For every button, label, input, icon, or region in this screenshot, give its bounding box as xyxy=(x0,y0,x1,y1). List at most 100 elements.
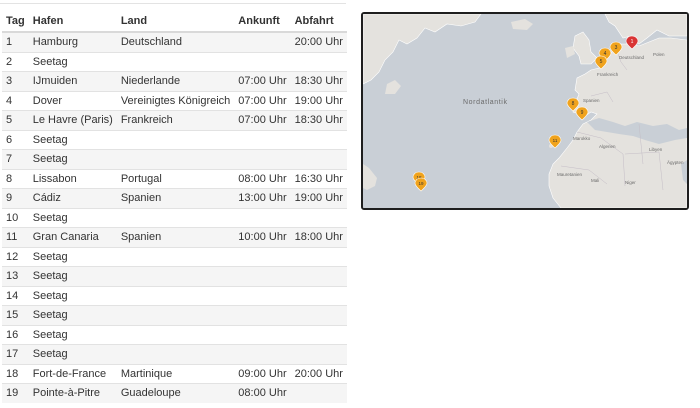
cell-tag: 11 xyxy=(2,227,29,247)
table-row: 17 Seetag xyxy=(2,344,347,364)
svg-text:11: 11 xyxy=(553,138,558,143)
cell-abfahrt xyxy=(290,149,347,169)
table-row: 12 Seetag xyxy=(2,246,347,267)
cell-hafen: Lissabon xyxy=(28,168,117,189)
map-label-algeria: Algerien xyxy=(599,144,616,149)
cell-tag: 9 xyxy=(2,188,29,208)
cell-hafen: Seetag xyxy=(28,246,117,267)
table-row: 3 IJmuiden Niederlande 07:00 Uhr 18:30 Uhr xyxy=(2,71,347,91)
cell-hafen: Seetag xyxy=(28,285,117,306)
cell-land: Spanien xyxy=(116,188,235,208)
table-row: 1 Hamburg Deutschland 20:00 Uhr xyxy=(2,31,347,52)
cell-ankunft xyxy=(234,129,291,150)
cell-land: Martinique xyxy=(116,363,235,384)
cell-land: Vereinigtes Königreich xyxy=(116,90,235,111)
cell-ankunft: 09:00 Uhr xyxy=(234,363,291,384)
table-row: 15 Seetag xyxy=(2,305,347,325)
svg-text:3: 3 xyxy=(615,45,618,51)
table-row: 14 Seetag xyxy=(2,285,347,306)
cell-abfahrt: 20:00 Uhr xyxy=(290,31,347,52)
column-header-land: Land xyxy=(116,10,235,33)
table-row: 2 Seetag xyxy=(2,51,347,72)
table-row: 11 Gran Canaria Spanien 10:00 Uhr 18:00 Uhr xyxy=(2,227,347,247)
svg-text:19: 19 xyxy=(418,181,424,186)
cell-ankunft: 08:00 Uhr xyxy=(234,168,291,189)
table-row: 4 Dover Vereinigtes Königreich 07:00 Uhr 19:… xyxy=(2,90,347,111)
cell-ankunft xyxy=(234,285,291,306)
cell-tag: 2 xyxy=(2,51,29,72)
cell-abfahrt: 18:30 Uhr xyxy=(290,110,347,130)
cell-abfahrt xyxy=(290,207,347,228)
svg-text:1: 1 xyxy=(631,39,634,45)
cell-abfahrt xyxy=(290,129,347,150)
map-label-france: Frankreich xyxy=(597,72,619,77)
map-label-ocean: Nordatlantik xyxy=(463,99,508,106)
cell-tag: 5 xyxy=(2,110,29,130)
cell-abfahrt: 18:30 Uhr xyxy=(290,71,347,91)
cell-abfahrt: 18:00 Uhr xyxy=(290,227,347,247)
cell-hafen: Hamburg xyxy=(28,31,117,52)
cell-tag: 1 xyxy=(2,31,29,52)
cell-hafen: Cádiz xyxy=(28,188,117,208)
column-header-hafen: Hafen xyxy=(28,10,117,33)
cell-abfahrt xyxy=(290,246,347,267)
cell-tag: 17 xyxy=(2,344,29,364)
cell-abfahrt xyxy=(290,285,347,306)
cell-land: Spanien xyxy=(116,227,235,247)
cell-hafen: Gran Canaria xyxy=(28,227,117,247)
svg-text:9: 9 xyxy=(581,110,584,116)
cell-ankunft: 08:00 Uhr xyxy=(234,383,291,403)
map-canvas[interactable]: Nordatlantik Deutschland Polen Frankreic… xyxy=(363,14,687,208)
cell-tag: 4 xyxy=(2,90,29,111)
svg-text:4: 4 xyxy=(604,51,607,57)
cell-abfahrt: 16:30 Uhr xyxy=(290,168,347,189)
cell-ankunft xyxy=(234,305,291,325)
column-header-ankunft: Ankunft xyxy=(234,10,291,33)
table-row: 9 Cádiz Spanien 13:00 Uhr 19:00 Uhr xyxy=(2,188,347,208)
cell-ankunft xyxy=(234,266,291,286)
cell-hafen: Seetag xyxy=(28,207,117,228)
cell-tag: 6 xyxy=(2,129,29,150)
itinerary-table-body: 1 Hamburg Deutschland 20:00 Uhr 2 Seetag 3 IJmu… xyxy=(2,31,347,403)
cell-tag: 3 xyxy=(2,71,29,91)
cell-land: Guadeloupe xyxy=(116,383,235,403)
map-label-egypt: Ägypten xyxy=(667,159,684,165)
cell-hafen: Fort-de-France xyxy=(28,363,117,384)
cell-tag: 8 xyxy=(2,168,29,189)
cell-abfahrt: 19:00 Uhr xyxy=(290,90,347,111)
cell-ankunft: 07:00 Uhr xyxy=(234,90,291,111)
cell-tag: 13 xyxy=(2,266,29,286)
cell-abfahrt xyxy=(290,51,347,72)
table-header-row: Tag Hafen Land Ankunft Abfahrt xyxy=(2,10,347,33)
cell-land xyxy=(116,285,235,306)
route-map[interactable]: Nordatlantik Deutschland Polen Frankreic… xyxy=(361,12,689,210)
cell-hafen: IJmuiden xyxy=(28,71,117,91)
cell-land xyxy=(116,344,235,364)
column-header-tag: Tag xyxy=(2,10,29,33)
cell-hafen: Seetag xyxy=(28,149,117,169)
cell-abfahrt: 19:00 Uhr xyxy=(290,188,347,208)
cell-hafen: Seetag xyxy=(28,344,117,364)
cell-hafen: Seetag xyxy=(28,305,117,325)
cell-hafen: Seetag xyxy=(28,324,117,345)
table-row: 10 Seetag xyxy=(2,207,347,228)
cell-tag: 15 xyxy=(2,305,29,325)
cell-tag: 16 xyxy=(2,324,29,345)
cell-abfahrt: 20:00 Uhr xyxy=(290,363,347,384)
cell-ankunft xyxy=(234,344,291,364)
table-row: 16 Seetag xyxy=(2,324,347,345)
cell-tag: 18 xyxy=(2,363,29,384)
cell-hafen: Dover xyxy=(28,90,117,111)
cell-land: Niederlande xyxy=(116,71,235,91)
cell-ankunft: 10:00 Uhr xyxy=(234,227,291,247)
cell-tag: 10 xyxy=(2,207,29,228)
cell-hafen: Le Havre (Paris) xyxy=(28,110,117,130)
cell-land: Portugal xyxy=(116,168,235,189)
cell-hafen: Seetag xyxy=(28,51,117,72)
cell-land xyxy=(116,266,235,286)
cell-tag: 14 xyxy=(2,285,29,306)
cell-ankunft: 07:00 Uhr xyxy=(234,71,291,91)
cell-land: Deutschland xyxy=(116,31,235,52)
map-label-morocco: Marokko xyxy=(573,136,591,141)
table-row: 7 Seetag xyxy=(2,149,347,169)
